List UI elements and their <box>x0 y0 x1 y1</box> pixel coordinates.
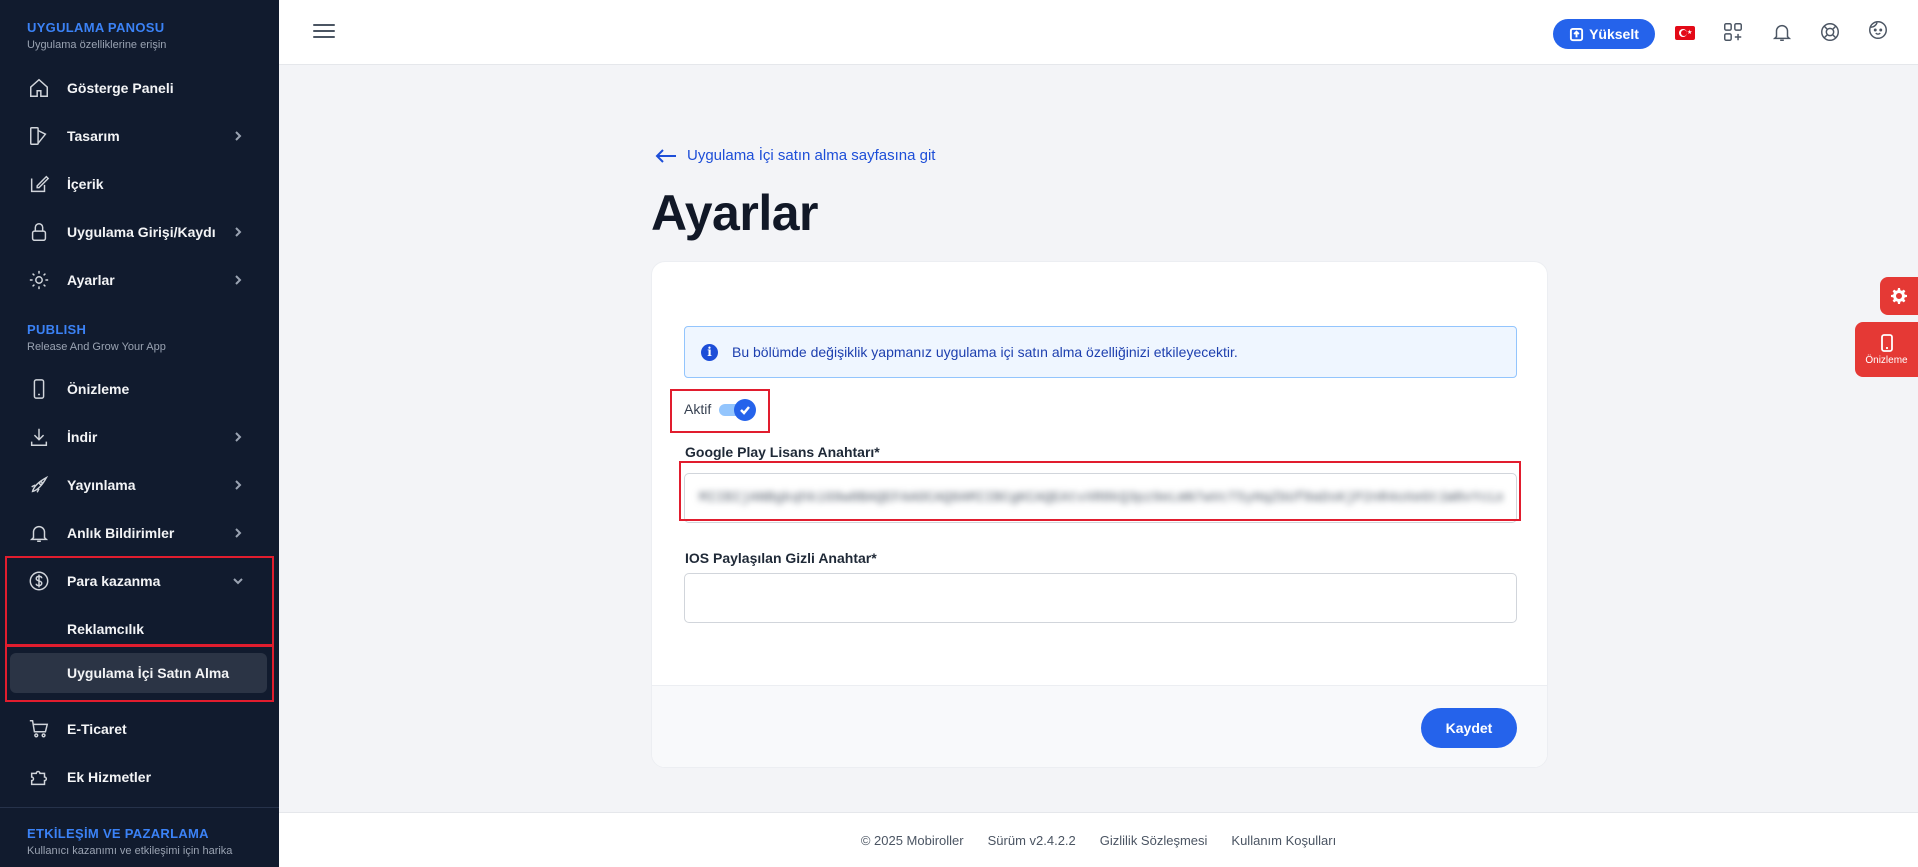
phone-icon <box>1880 333 1893 352</box>
chevron-right-icon <box>231 225 245 239</box>
sidebar-item-preview[interactable]: Önizleme <box>0 365 279 413</box>
ios-secret-label: IOS Paylaşılan Gizli Anahtar* <box>685 550 877 566</box>
app-section-subtitle: Uygulama özelliklerine erişin <box>27 39 167 51</box>
version-link[interactable]: Sürüm v2.4.2.2 <box>988 833 1076 848</box>
sidebar-item-ecommerce[interactable]: E-Ticaret <box>0 705 279 753</box>
publish-section-subtitle: Release And Grow Your App <box>27 341 166 353</box>
sidebar-item-label: Ayarlar <box>67 272 115 288</box>
arrow-left-icon <box>655 148 676 163</box>
download-icon <box>27 425 51 449</box>
floating-preview-button[interactable]: Önizleme <box>1855 322 1918 377</box>
publish-section-title: PUBLISH <box>27 322 87 337</box>
active-toggle[interactable] <box>719 399 757 421</box>
upgrade-label: Yükselt <box>1589 26 1639 42</box>
alert-text: Bu bölümde değişiklik yapmanız uygulama … <box>732 344 1238 360</box>
lock-icon <box>27 220 51 244</box>
info-alert: i Bu bölümde değişiklik yapmanız uygulam… <box>684 326 1517 378</box>
sidebar-item-extra-services[interactable]: Ek Hizmetler <box>0 753 279 801</box>
bell-icon[interactable] <box>1771 21 1795 45</box>
sidebar-item-label: Tasarım <box>67 128 120 144</box>
engagement-section-header: ETKİLEŞİM VE PAZARLAMA Kullanıcı kazanım… <box>0 826 259 857</box>
toggle-label: Aktif <box>684 401 712 417</box>
app-section-header: UYGULAMA PANOSU Uygulama özelliklerine e… <box>0 20 193 51</box>
sidebar-item-label: E-Ticaret <box>67 721 127 737</box>
sidebar-item-design[interactable]: Tasarım <box>0 112 279 160</box>
sidebar-item-label: Para kazanma <box>67 573 161 589</box>
sidebar-item-content[interactable]: İçerik <box>0 160 279 208</box>
info-icon: i <box>701 343 718 361</box>
back-link[interactable]: Uygulama İçi satın alma sayfasına git <box>655 147 935 164</box>
app-section-title: UYGULAMA PANOSU <box>27 20 165 35</box>
sidebar-item-label: Önizleme <box>67 381 130 397</box>
engagement-section-subtitle: Kullanıcı kazanımı ve etkileşimi için ha… <box>27 845 233 857</box>
sidebar-item-label: Gösterge Paneli <box>67 80 174 96</box>
edit-icon <box>27 172 51 196</box>
terms-link[interactable]: Kullanım Koşulları <box>1231 833 1336 848</box>
upload-icon <box>1570 27 1584 41</box>
puzzle-icon <box>27 765 51 789</box>
bell-icon <box>27 521 51 545</box>
copyright: © 2025 Mobiroller <box>860 832 964 848</box>
cart-icon <box>27 717 51 741</box>
support-icon[interactable] <box>1819 21 1843 45</box>
phone-icon <box>27 377 51 401</box>
sidebar-item-download[interactable]: İndir <box>0 413 279 461</box>
engagement-section-title: ETKİLEŞİM VE PAZARLAMA <box>27 826 209 841</box>
ios-secret-input[interactable] <box>684 573 1517 623</box>
floating-settings-button[interactable] <box>1880 277 1918 315</box>
floating-preview-label: Önizleme <box>1865 354 1908 366</box>
upgrade-button[interactable]: Yükselt <box>1553 19 1655 49</box>
google-key-input[interactable]: MIIBIjANBgkqhkiG9w0BAQEFAAOCAQ8AMIIBCgKC… <box>684 473 1517 523</box>
sidebar-item-label: İçerik <box>67 176 104 192</box>
sidebar-divider <box>0 807 279 808</box>
sidebar-item-label: Yayınlama <box>67 477 136 493</box>
privacy-link[interactable]: Gizlilik Sözleşmesi <box>1100 833 1208 848</box>
sidebar-item-label: Ek Hizmetler <box>67 769 152 785</box>
gear-icon <box>1891 288 1907 304</box>
google-key-label: Google Play Lisans Anahtarı* <box>685 444 880 460</box>
sidebar-item-monetization[interactable]: Para kazanma <box>0 557 279 605</box>
sidebar-item-push[interactable]: Anlık Bildirimler <box>0 509 279 557</box>
card-footer <box>652 685 1547 767</box>
chevron-right-icon <box>231 526 245 540</box>
sidebar-subitem-in-app-purchase[interactable]: Uygulama İçi Satın Alma <box>10 653 267 693</box>
page-title: Ayarlar <box>651 185 818 241</box>
user-face-icon[interactable] <box>1867 19 1891 43</box>
page-footer: © 2025 Mobiroller Sürüm v2.4.2.2 Gizlili… <box>279 812 1918 867</box>
sidebar-item-label: Uygulama Girişi/Kaydı <box>67 224 216 240</box>
sidebar-item-dashboard[interactable]: Gösterge Paneli <box>0 64 279 112</box>
dollar-icon <box>27 569 51 593</box>
active-toggle-row: Aktif <box>684 399 757 421</box>
chevron-right-icon <box>231 129 245 143</box>
publish-section-header: PUBLISH Release And Grow Your App <box>0 322 193 353</box>
settings-card: i Bu bölümde değişiklik yapmanız uygulam… <box>651 261 1548 768</box>
chevron-right-icon <box>231 478 245 492</box>
rocket-icon <box>27 473 51 497</box>
check-icon <box>740 406 751 415</box>
sidebar-item-publishing[interactable]: Yayınlama <box>0 461 279 509</box>
sidebar-subitem-advertising[interactable]: Reklamcılık <box>10 609 267 649</box>
sidebar-item-login[interactable]: Uygulama Girişi/Kaydı <box>0 208 279 256</box>
sidebar-item-label: İndir <box>67 429 98 445</box>
back-link-label: Uygulama İçi satın alma sayfasına git <box>687 147 936 164</box>
sidebar-item-settings[interactable]: Ayarlar <box>0 256 279 304</box>
palette-icon <box>27 124 51 148</box>
apps-icon[interactable] <box>1722 21 1746 45</box>
gear-icon <box>27 268 51 292</box>
chevron-right-icon <box>231 273 245 287</box>
turkey-flag-icon[interactable]: ★ <box>1675 26 1695 40</box>
save-button[interactable]: Kaydet <box>1421 708 1517 748</box>
sidebar: UYGULAMA PANOSU Uygulama özelliklerine e… <box>0 0 279 867</box>
menu-icon[interactable] <box>313 20 335 44</box>
top-bar: Yükselt ★ <box>279 0 1918 65</box>
sidebar-item-label: Anlık Bildirimler <box>67 525 175 541</box>
chevron-right-icon <box>231 430 245 444</box>
home-icon <box>27 76 51 100</box>
google-key-value: MIIBIjANBgkqhkiG9w0BAQEFAAOCAQ8AMIIBCgKC… <box>699 490 1502 506</box>
chevron-down-icon <box>231 574 245 588</box>
